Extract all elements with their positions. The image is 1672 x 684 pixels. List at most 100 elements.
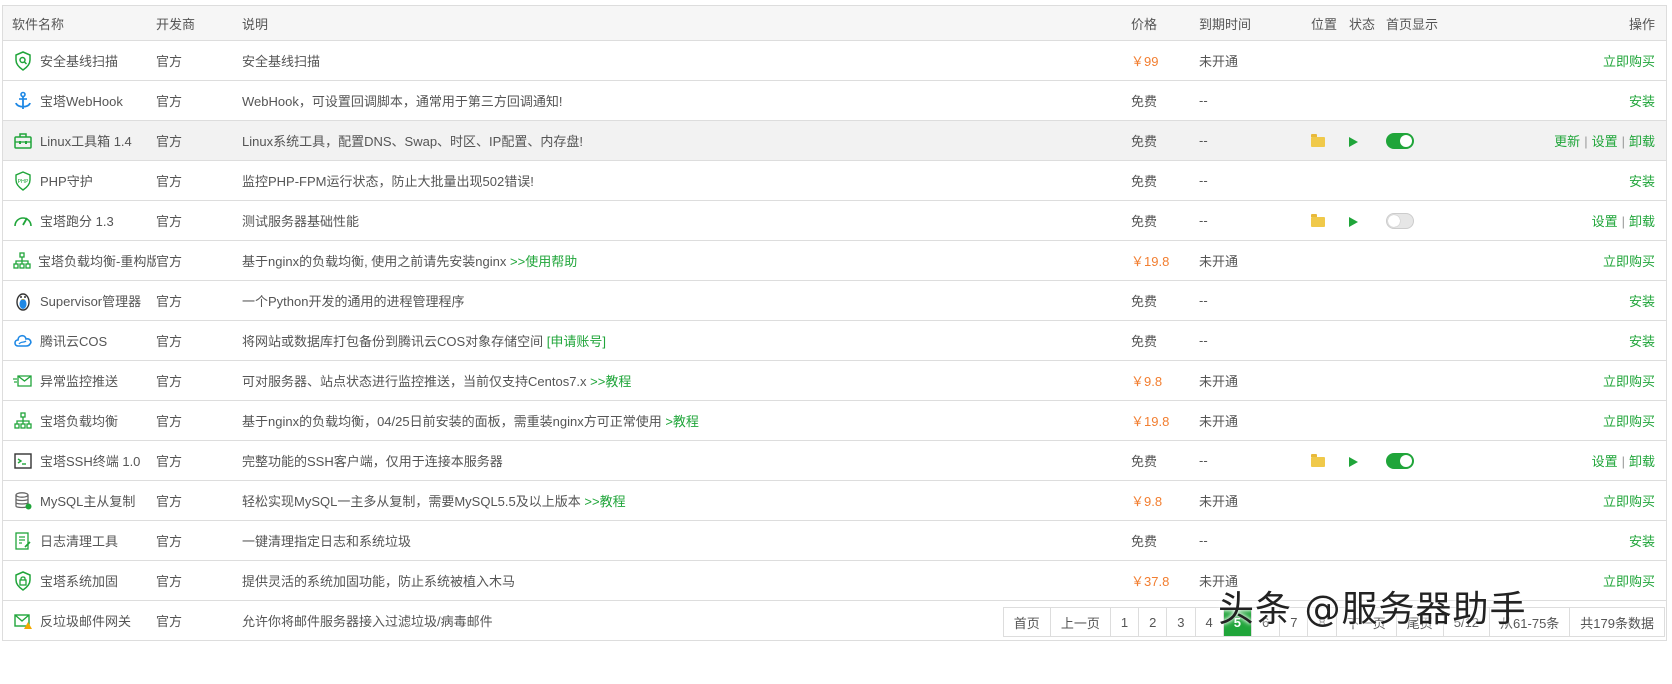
plugin-name[interactable]: 腾讯云COS — [40, 331, 107, 350]
plugin-status-cell — [1349, 480, 1386, 521]
plugin-name[interactable]: PHP守护 — [40, 171, 93, 190]
plugin-location-cell — [1311, 200, 1349, 241]
table-row: 安全基线扫描 官方 安全基线扫描 ￥99 未开通 立即购买 — [3, 40, 1666, 81]
table-row: 日志清理工具 官方 一键清理指定日志和系统垃圾 免费 -- 安装 — [3, 520, 1666, 561]
plugin-ops-cell: 安装 — [1458, 320, 1666, 361]
ops-separator: | — [1621, 214, 1625, 229]
table-row: 异常监控推送 官方 可对服务器、站点状态进行监控推送，当前仅支持Centos7.x … — [3, 360, 1666, 401]
op-action-link[interactable]: 设置 — [1592, 134, 1618, 149]
op-action-link[interactable]: 安装 — [1629, 294, 1655, 309]
plugin-name[interactable]: 宝塔SSH终端 1.0 — [40, 451, 140, 470]
plugin-name[interactable]: 宝塔负载均衡-重构版 — [38, 251, 156, 270]
plugin-desc-cell: 允许你将邮件服务器接入过滤垃圾/病毒邮件 — [242, 600, 1131, 641]
table-row: PHP PHP守护 官方 监控PHP-FPM运行状态，防止大批量出现502错误! 免费 -… — [3, 160, 1666, 201]
page-number-button[interactable]: 3 — [1167, 608, 1196, 636]
col-expire-header: 到期时间 — [1199, 6, 1311, 41]
plugin-name-cell: 异常监控推送 — [3, 360, 156, 401]
plugin-help-link[interactable]: >教程 — [665, 414, 699, 429]
page-number-button[interactable]: 2 — [1139, 608, 1168, 636]
plugin-vendor: 官方 — [156, 120, 242, 161]
op-action-link[interactable]: 卸载 — [1629, 454, 1655, 469]
plugin-vendor: 官方 — [156, 160, 242, 201]
folder-icon[interactable] — [1311, 213, 1325, 227]
op-action-link[interactable]: 立即购买 — [1603, 574, 1655, 589]
plugin-name[interactable]: 安全基线扫描 — [40, 51, 118, 70]
plugin-name[interactable]: 宝塔系统加固 — [40, 571, 118, 590]
plugin-name[interactable]: 异常监控推送 — [40, 371, 118, 390]
plugin-vendor: 官方 — [156, 560, 242, 601]
op-action-link[interactable]: 立即购买 — [1603, 494, 1655, 509]
table-header-row: 软件名称 开发商 说明 价格 到期时间 位置 状态 首页显示 操作 — [3, 6, 1666, 41]
op-action-link[interactable]: 安装 — [1629, 94, 1655, 109]
play-icon[interactable] — [1349, 216, 1358, 227]
op-action-link[interactable]: 安装 — [1629, 534, 1655, 549]
home-display-toggle[interactable] — [1386, 132, 1414, 149]
home-display-toggle[interactable] — [1386, 212, 1414, 229]
plugin-expire: 未开通 — [1199, 480, 1311, 521]
col-name-header[interactable]: 软件名称 — [3, 6, 156, 41]
col-vendor-header: 开发商 — [156, 6, 242, 41]
terminal-icon — [12, 450, 34, 472]
op-action-link[interactable]: 立即购买 — [1603, 374, 1655, 389]
folder-icon[interactable] — [1311, 453, 1325, 467]
col-price-header[interactable]: 价格 — [1131, 6, 1199, 41]
plugin-status-cell — [1349, 280, 1386, 321]
plugin-name[interactable]: 宝塔负载均衡 — [40, 411, 118, 430]
plugin-help-link[interactable]: >>使用帮助 — [510, 254, 577, 269]
plugin-name[interactable]: 日志清理工具 — [40, 531, 118, 550]
plugin-location-cell — [1311, 400, 1349, 441]
plugin-desc: 一键清理指定日志和系统垃圾 — [242, 534, 412, 549]
plugin-vendor: 官方 — [156, 80, 242, 121]
op-action-link[interactable]: 安装 — [1629, 174, 1655, 189]
plugin-name-cell: 宝塔跑分 1.3 — [3, 200, 156, 241]
op-action-link[interactable]: 设置 — [1592, 454, 1618, 469]
plugin-desc-cell: 一个Python开发的通用的进程管理程序 — [242, 280, 1131, 321]
plugin-location-cell — [1311, 280, 1349, 321]
plugin-home-cell — [1386, 160, 1458, 201]
plugin-vendor: 官方 — [156, 280, 242, 321]
table-row: MySQL主从复制 官方 轻松实现MySQL一主多从复制，需要MySQL5.5及以上… — [3, 480, 1666, 521]
plugin-name[interactable]: MySQL主从复制 — [40, 491, 135, 510]
op-action-link[interactable]: 安装 — [1629, 334, 1655, 349]
plugin-home-cell — [1386, 40, 1458, 81]
plugin-price: ￥19.8 — [1131, 400, 1199, 441]
plugin-home-cell — [1386, 80, 1458, 121]
pager-item[interactable]: 首页 — [1004, 608, 1051, 636]
plugin-help-link[interactable]: [申请账号] — [547, 334, 606, 349]
op-action-link[interactable]: 立即购买 — [1603, 414, 1655, 429]
plugin-help-link[interactable]: >>教程 — [590, 374, 631, 389]
pager-item: 共179条数据 — [1580, 615, 1654, 631]
home-display-toggle[interactable] — [1386, 452, 1414, 469]
op-action-link[interactable]: 立即购买 — [1603, 254, 1655, 269]
plugin-name-cell: 宝塔负载均衡 — [3, 400, 156, 441]
plugin-name-cell: 宝塔系统加固 — [3, 560, 156, 601]
page-number-button[interactable]: 1 — [1111, 608, 1140, 636]
plugin-name[interactable]: Supervisor管理器 — [40, 291, 141, 310]
plugin-name-cell: PHP PHP守护 — [3, 160, 156, 201]
pager-item[interactable]: 上一页 — [1051, 608, 1111, 636]
plugin-help-link[interactable]: >>教程 — [584, 494, 625, 509]
table-row: 宝塔负载均衡-重构版 官方 基于nginx的负载均衡, 使用之前请先安装nginx … — [3, 240, 1666, 281]
plugin-price: 免费 — [1131, 160, 1199, 201]
plugin-home-cell — [1386, 240, 1458, 281]
plugin-location-cell — [1311, 480, 1349, 521]
plugin-vendor: 官方 — [156, 40, 242, 81]
table-row: 腾讯云COS 官方 将网站或数据库打包备份到腾讯云COS对象存储空间 [申请账号] 免… — [3, 320, 1666, 361]
op-action-link[interactable]: 卸载 — [1629, 214, 1655, 229]
plugin-name[interactable]: 反垃圾邮件网关 — [40, 611, 131, 630]
play-icon[interactable] — [1349, 136, 1358, 147]
op-action-link[interactable]: 卸载 — [1629, 134, 1655, 149]
op-action-link[interactable]: 设置 — [1592, 214, 1618, 229]
op-action-link[interactable]: 立即购买 — [1603, 54, 1655, 69]
plugin-name[interactable]: 宝塔WebHook — [40, 91, 123, 110]
watermark: 头条 @服务器助手 — [1218, 589, 1527, 630]
play-icon[interactable] — [1349, 456, 1358, 467]
plugin-desc: 完整功能的SSH客户端，仅用于连接本服务器 — [242, 454, 503, 469]
plugin-name[interactable]: 宝塔跑分 1.3 — [40, 211, 114, 230]
op-action-link[interactable]: 更新 — [1554, 134, 1580, 149]
plugin-vendor: 官方 — [156, 240, 242, 281]
plugin-location-cell — [1311, 40, 1349, 81]
plugin-name[interactable]: Linux工具箱 1.4 — [40, 131, 132, 150]
folder-icon[interactable] — [1311, 133, 1325, 147]
plugin-expire: -- — [1199, 120, 1311, 161]
